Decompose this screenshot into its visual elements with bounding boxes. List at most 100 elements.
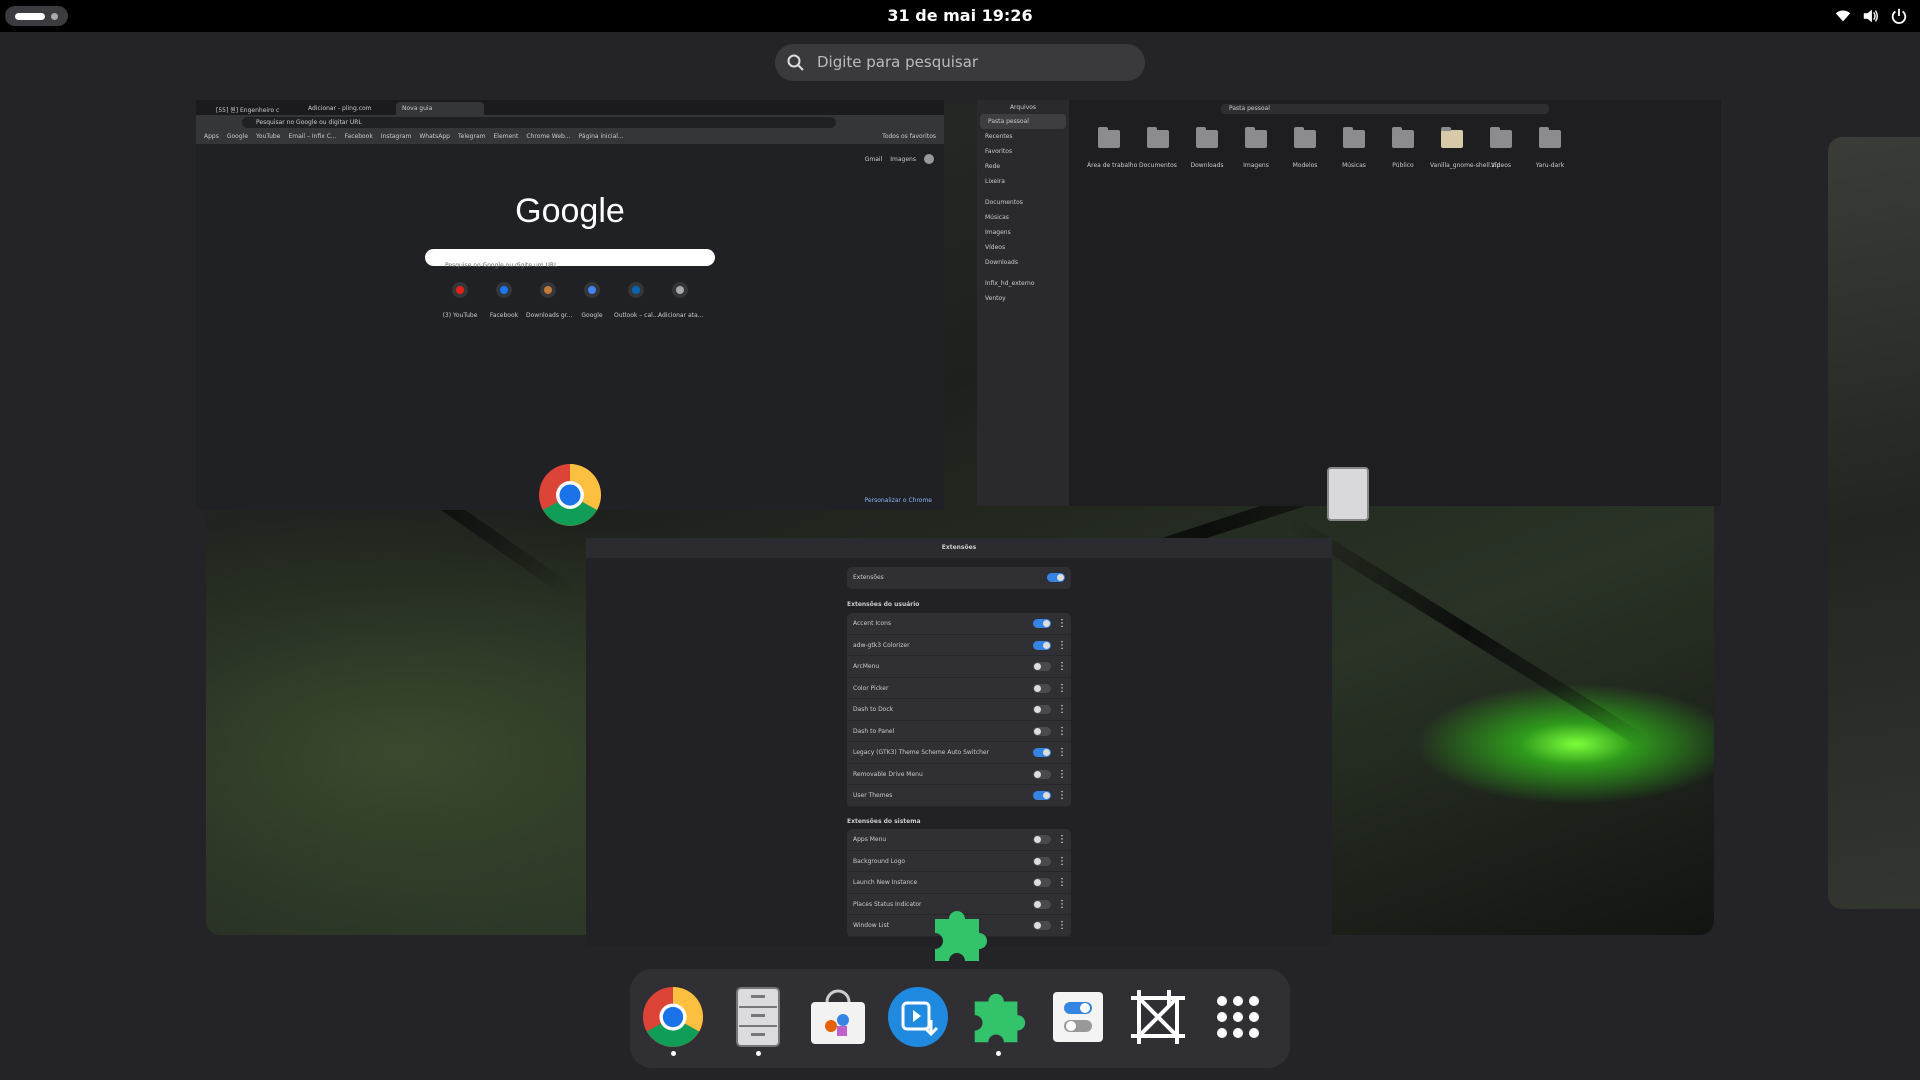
extension-toggle[interactable] <box>1033 662 1051 671</box>
bookmark[interactable]: Chrome Web... <box>526 133 570 141</box>
avatar[interactable] <box>924 154 934 164</box>
shortcut-tile[interactable]: Facebook <box>482 282 526 321</box>
next-workspace-peek[interactable] <box>1828 137 1920 909</box>
folder-item[interactable]: Público <box>1381 127 1425 171</box>
google-search-box[interactable]: Pesquise no Google ou digite um URL <box>425 249 715 269</box>
bookmark[interactable]: Telegram <box>458 133 486 141</box>
chrome-icon[interactable] <box>642 986 704 1048</box>
extension-toggle[interactable] <box>1033 921 1051 930</box>
sidebar-item[interactable]: Vídeos <box>977 240 1069 255</box>
software-store-icon[interactable] <box>807 986 869 1048</box>
more-options-icon[interactable] <box>1061 768 1063 779</box>
images-link[interactable]: Imagens <box>890 156 916 163</box>
tab[interactable]: [55] 원] Engenheiro c <box>210 102 298 115</box>
folder-item[interactable]: Músicas <box>1332 127 1376 171</box>
folder-item[interactable]: Vídeos <box>1479 127 1523 171</box>
more-options-icon[interactable] <box>1061 834 1063 844</box>
sidebar-item[interactable]: Rede <box>977 159 1069 174</box>
files-window[interactable]: Arquivos Pasta pessoal Recentes Favorito… <box>977 100 1721 506</box>
customize-chrome-button[interactable]: Personalizar o Chrome <box>865 497 933 504</box>
address-bar[interactable]: Pesquisar no Google ou digitar URL <box>242 117 836 128</box>
system-tray[interactable] <box>1834 7 1908 25</box>
shortcut-tile[interactable]: Downloads gr... <box>526 282 572 321</box>
extension-toggle[interactable] <box>1033 683 1051 693</box>
sidebar-item-drive[interactable]: Infix_hd_externo <box>977 276 1069 291</box>
extension-row: Legacy (GTK3) Theme Scheme Auto Switcher <box>847 742 1071 764</box>
folder-item[interactable]: Modelos <box>1283 127 1327 171</box>
sidebar-item[interactable]: Músicas <box>977 210 1069 225</box>
extension-toggle[interactable] <box>1033 899 1051 909</box>
more-options-icon[interactable] <box>1061 618 1063 628</box>
bookmark[interactable]: Página inicial... <box>579 133 624 141</box>
extension-row: Dash to Dock <box>847 699 1071 721</box>
sidebar-item[interactable]: Pasta pessoal <box>980 114 1066 129</box>
shortcut-tile[interactable]: Google <box>570 282 614 321</box>
extension-toggle[interactable] <box>1033 769 1051 779</box>
bookmark[interactable]: Apps <box>204 133 219 141</box>
chrome-window[interactable]: [55] 원] Engenheiro c Adicionar - pling.c… <box>196 100 944 510</box>
more-options-icon[interactable] <box>1061 725 1063 736</box>
tab-active[interactable]: Nova guia <box>396 102 484 115</box>
bookmark[interactable]: Email – Infix C... <box>288 133 336 141</box>
folder-item[interactable]: Documentos <box>1136 127 1180 171</box>
sidebar-item[interactable]: Favoritos <box>977 144 1069 159</box>
path-bar[interactable]: Pasta pessoal <box>1221 104 1549 114</box>
show-apps-icon[interactable] <box>1207 986 1269 1048</box>
more-options-icon[interactable] <box>1061 898 1063 909</box>
bookmark[interactable]: Instagram <box>381 133 412 141</box>
gmail-link[interactable]: Gmail <box>865 156 883 163</box>
file-item[interactable]: Vanilla_gnome-shell.zip <box>1430 127 1500 171</box>
screenshot-tool-icon[interactable] <box>1127 986 1189 1048</box>
folder-item[interactable]: Área de trabalho <box>1087 127 1137 171</box>
extensions-icon[interactable] <box>967 986 1029 1048</box>
extension-toggle[interactable] <box>1033 835 1051 844</box>
sidebar-item[interactable]: Downloads <box>977 255 1069 270</box>
extension-toggle[interactable] <box>1033 856 1051 866</box>
video-downloader-icon[interactable] <box>887 986 949 1048</box>
bookmark[interactable]: Google <box>227 133 248 141</box>
more-options-icon[interactable] <box>1061 704 1063 714</box>
sidebar-item[interactable]: Documentos <box>977 195 1069 210</box>
extension-toggle[interactable] <box>1033 619 1051 628</box>
more-options-icon[interactable] <box>1061 920 1063 930</box>
bookmark[interactable]: YouTube <box>256 133 280 141</box>
overview-search[interactable]: Digite para pesquisar <box>775 44 1145 81</box>
more-options-icon[interactable] <box>1061 855 1063 866</box>
shortcut-tile[interactable]: (3) YouTube <box>438 282 482 321</box>
folder-item[interactable]: Yaru-dark <box>1528 127 1572 171</box>
tab[interactable]: Adicionar - pling.com <box>302 102 392 115</box>
extension-toggle[interactable] <box>1033 748 1051 757</box>
more-options-icon[interactable] <box>1061 682 1063 693</box>
bookmark[interactable]: Element <box>493 133 518 141</box>
sidebar-item[interactable]: Imagens <box>977 225 1069 240</box>
search-placeholder: Digite para pesquisar <box>817 53 979 71</box>
shortcut-tile[interactable]: Adicionar ata... <box>658 282 703 321</box>
folder-item[interactable]: Imagens <box>1234 127 1278 171</box>
sidebar-item[interactable]: Lixeira <box>977 174 1069 189</box>
more-options-icon[interactable] <box>1061 790 1063 800</box>
extension-toggle[interactable] <box>1033 791 1051 800</box>
bookmark[interactable]: WhatsApp <box>419 133 450 141</box>
files-icon[interactable] <box>727 986 789 1048</box>
extensions-window[interactable]: Extensões Extensões Extensões do usuário… <box>586 538 1332 946</box>
more-options-icon[interactable] <box>1061 639 1063 650</box>
folder-item[interactable]: Downloads <box>1185 127 1229 171</box>
tweaks-icon[interactable] <box>1047 986 1109 1048</box>
extension-toggle[interactable] <box>1033 640 1051 650</box>
more-options-icon[interactable] <box>1061 747 1063 757</box>
extension-toggle[interactable] <box>1033 726 1051 736</box>
extension-toggle[interactable] <box>1033 705 1051 714</box>
more-options-icon[interactable] <box>1061 661 1063 671</box>
user-extensions-list: Accent Icons adw-gtk3 Colorizer ArcMenu Col… <box>847 613 1071 807</box>
all-bookmarks[interactable]: Todos os favoritos <box>882 133 936 141</box>
extension-name: Legacy (GTK3) Theme Scheme Auto Switcher <box>853 749 990 756</box>
shortcut-tile[interactable]: Outlook – cal... <box>614 282 659 321</box>
bookmark[interactable]: Facebook <box>345 133 373 141</box>
chrome-icon <box>538 463 602 527</box>
clock[interactable]: 31 de mai 19:26 <box>0 6 1920 25</box>
sidebar-item[interactable]: Recentes <box>977 129 1069 144</box>
extension-toggle[interactable] <box>1033 878 1051 887</box>
master-toggle[interactable] <box>1047 573 1065 582</box>
sidebar-item-drive[interactable]: Ventoy <box>977 291 1069 306</box>
more-options-icon[interactable] <box>1061 877 1063 887</box>
